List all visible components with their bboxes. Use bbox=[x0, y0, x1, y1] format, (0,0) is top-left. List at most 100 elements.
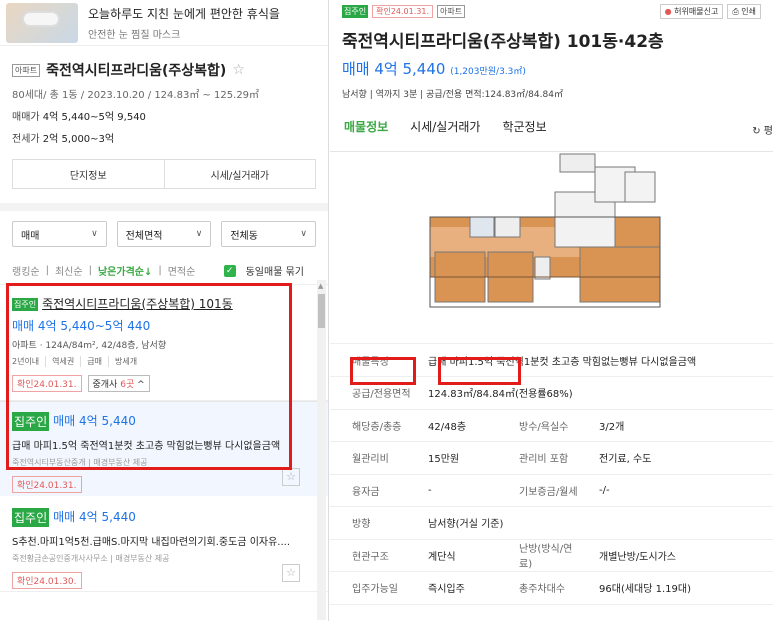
table-value: 계단식 bbox=[420, 539, 512, 572]
listing-source: 죽전황금손공인중개사사무소 | 매경부동산 제공 bbox=[12, 554, 170, 563]
favorite-star-icon[interactable]: ☆ bbox=[232, 62, 245, 78]
ad-banner[interactable]: 오늘하루도 지친 눈에게 편안한 휴식을 안전한 눈 찜질 마스크 bbox=[0, 0, 328, 46]
dong-value: 전체동 bbox=[230, 230, 258, 242]
complex-name: 죽전역시티프라디움(주상복합) bbox=[46, 63, 227, 79]
type-tag: 아파트 bbox=[436, 5, 466, 18]
tab-listing-info[interactable]: 매물정보 bbox=[344, 118, 388, 151]
sale-value: 4억 5,440~5억 9,540 bbox=[42, 112, 146, 123]
jeonse-price-row: 전세가 2억 5,000~3억 bbox=[12, 130, 316, 145]
scroll-up-arrow-icon[interactable]: ▲ bbox=[318, 282, 323, 290]
table-value: 42/48층 bbox=[420, 409, 512, 442]
table-value: 3/2개 bbox=[591, 409, 773, 442]
table-key: 기보증금/월세 bbox=[511, 474, 592, 507]
sale-price-row: 매매가 4억 5,440~5억 9,540 bbox=[12, 108, 316, 123]
table-value: 96대(세대당 1.19대) bbox=[591, 571, 773, 605]
sort-ranking[interactable]: 랭킹순 bbox=[12, 263, 40, 278]
ad-title: 오늘하루도 지친 눈에게 편안한 휴식을 bbox=[88, 6, 280, 21]
filter-bar: 매매 ∨ 전체면적 ∨ 전체동 ∨ bbox=[0, 211, 328, 257]
table-value: 15만원 bbox=[420, 441, 512, 475]
listing-detail-title: 죽전역시티프라디움(주상복합) 101동·42층 bbox=[342, 32, 664, 52]
owner-badge: 집주인 bbox=[12, 508, 50, 527]
price-per-area: (1,203만원/3.3㎡) bbox=[450, 67, 526, 77]
sort-low-price[interactable]: 낮은가격순↓ bbox=[98, 263, 152, 278]
table-row: 입주가능일 즉시입주 총주차대수 96대(세대당 1.19대) bbox=[330, 571, 773, 605]
table-value: 개별난방/도시가스 bbox=[591, 539, 773, 572]
chevron-down-icon: ∨ bbox=[195, 229, 203, 239]
divider bbox=[0, 203, 328, 211]
dong-select[interactable]: 전체동 ∨ bbox=[221, 221, 317, 247]
alert-icon: ● bbox=[664, 7, 672, 16]
complex-meta: 80세대/ 총 1동 / 2023.10.20 / 124.83㎡ ~ 125.… bbox=[12, 90, 260, 101]
report-button[interactable]: ● 허위매물신고 bbox=[659, 4, 724, 19]
refresh-icon: ↻ bbox=[752, 126, 761, 137]
jeonse-label: 전세가 bbox=[12, 134, 40, 145]
table-value: 남서향(거실 기준) bbox=[420, 506, 773, 540]
deal-type-value: 매매 bbox=[21, 230, 40, 242]
listing-detail-price: 매매 4억 5,440 (1,203만원/3.3㎡) bbox=[342, 60, 526, 78]
table-key: 입주가능일 bbox=[330, 571, 420, 605]
complex-buttons: 단지정보 시세/실거래가 bbox=[12, 159, 316, 189]
table-key: 난방(방식/연료) bbox=[511, 539, 592, 572]
table-row: 현관구조 계단식 난방(방식/연료) 개별난방/도시가스 bbox=[330, 539, 773, 572]
printer-icon: ⎙ bbox=[732, 7, 739, 16]
floor-plan-image[interactable] bbox=[330, 152, 773, 344]
table-key: 현관구조 bbox=[330, 539, 420, 572]
highlight-box bbox=[438, 357, 521, 385]
table-value: 즉시입주 bbox=[420, 571, 512, 605]
listing-price: 매매 4억 5,440 bbox=[53, 510, 136, 524]
confirm-date: 확인24.01.30. bbox=[12, 572, 82, 589]
table-key: 방수/욕실수 bbox=[511, 409, 592, 442]
checkbox-checked-icon: ✓ bbox=[223, 264, 236, 277]
highlight-box bbox=[350, 357, 416, 385]
market-price-button[interactable]: 시세/실거래가 bbox=[163, 160, 316, 188]
scrollbar-thumb[interactable] bbox=[318, 294, 325, 328]
ad-subtitle: 안전한 눈 찜질 마스크 bbox=[88, 29, 181, 41]
area-unit-toggle[interactable]: ↻ 평 bbox=[752, 122, 773, 137]
favorite-star-icon[interactable]: ☆ bbox=[282, 468, 300, 486]
table-key: 융자금 bbox=[330, 474, 420, 507]
scrollbar[interactable]: ▲ bbox=[317, 280, 326, 620]
confirm-date: 확인24.01.31. bbox=[372, 5, 433, 18]
sale-label: 매매가 bbox=[12, 112, 40, 123]
highlight-box bbox=[6, 283, 292, 470]
table-value: 전기료, 수도 bbox=[591, 441, 773, 475]
print-button[interactable]: ⎙ 인쇄 bbox=[727, 4, 761, 19]
detail-tabs: 매물정보 시세/실거래가 학군정보 ↻ 평 bbox=[330, 100, 773, 152]
chevron-down-icon: ∨ bbox=[91, 229, 98, 239]
table-row: 융자금 - 기보증금/월세 -/- bbox=[330, 474, 773, 507]
same-listing-label: 동일매물 묶기 bbox=[245, 267, 304, 278]
same-listing-toggle[interactable]: ✓ 동일매물 묶기 bbox=[223, 263, 310, 278]
deal-type-select[interactable]: 매매 ∨ bbox=[12, 221, 107, 247]
table-key: 방향 bbox=[330, 506, 420, 540]
table-value: -/- bbox=[591, 474, 773, 507]
sort-bar: 랭킹순 | 최신순 | 낮은가격순↓ | 면적순 ✓ 동일매물 묶기 bbox=[0, 257, 328, 285]
table-key: 해당층/총층 bbox=[330, 409, 420, 442]
sort-latest[interactable]: 최신순 bbox=[55, 263, 83, 278]
owner-badge: 집주인 bbox=[342, 5, 369, 18]
table-key: 관리비 포함 bbox=[511, 441, 592, 475]
floor-plan-drawing bbox=[429, 153, 661, 308]
table-row: 월관리비 15만원 관리비 포함 전기료, 수도 bbox=[330, 441, 773, 475]
chevron-down-icon: ∨ bbox=[300, 229, 308, 239]
jeonse-value: 2억 5,000~3억 bbox=[42, 134, 115, 145]
ad-image bbox=[6, 2, 78, 43]
listing-panel: 오늘하루도 지친 눈에게 편안한 휴식을 안전한 눈 찜질 마스크 아파트 죽전… bbox=[0, 0, 329, 621]
table-key: 총주차대수 bbox=[511, 571, 592, 605]
table-key: 월관리비 bbox=[330, 441, 420, 475]
table-row: 방향 남서향(거실 기준) bbox=[330, 506, 773, 540]
tab-school-info[interactable]: 학군정보 bbox=[502, 118, 546, 151]
listing-detail: 집주인 확인24.01.31. 아파트 ● 허위매물신고 ⎙ 인쇄 죽전역시티프… bbox=[330, 0, 773, 621]
table-value: - bbox=[420, 474, 512, 507]
sort-area[interactable]: 면적순 bbox=[168, 263, 196, 278]
type-tag: 아파트 bbox=[12, 63, 41, 77]
table-row: 해당층/총층 42/48층 방수/욕실수 3/2개 bbox=[330, 409, 773, 442]
list-item[interactable]: 집주인 매매 4억 5,440 S추천.마피1억5천.급매S.마지막 내집마련의기… bbox=[0, 496, 328, 592]
complex-summary: 아파트 죽전역시티프라디움(주상복합) ☆ 80세대/ 총 1동 / 2023.… bbox=[0, 46, 328, 145]
listing-detail-info: 남서향 | 역까지 3분 | 공급/전용 면적:124.83㎡/84.84㎡ bbox=[342, 90, 563, 100]
favorite-star-icon[interactable]: ☆ bbox=[282, 564, 300, 582]
area-select[interactable]: 전체면적 ∨ bbox=[116, 221, 212, 247]
tab-market-price[interactable]: 시세/실거래가 bbox=[410, 118, 480, 151]
complex-info-button[interactable]: 단지정보 bbox=[13, 160, 164, 188]
listing-description: S추천.마피1억5천.급매S.마지막 내집마련의기회.중도금 이자유.... bbox=[12, 537, 291, 548]
confirm-date: 확인24.01.31. bbox=[12, 476, 82, 493]
